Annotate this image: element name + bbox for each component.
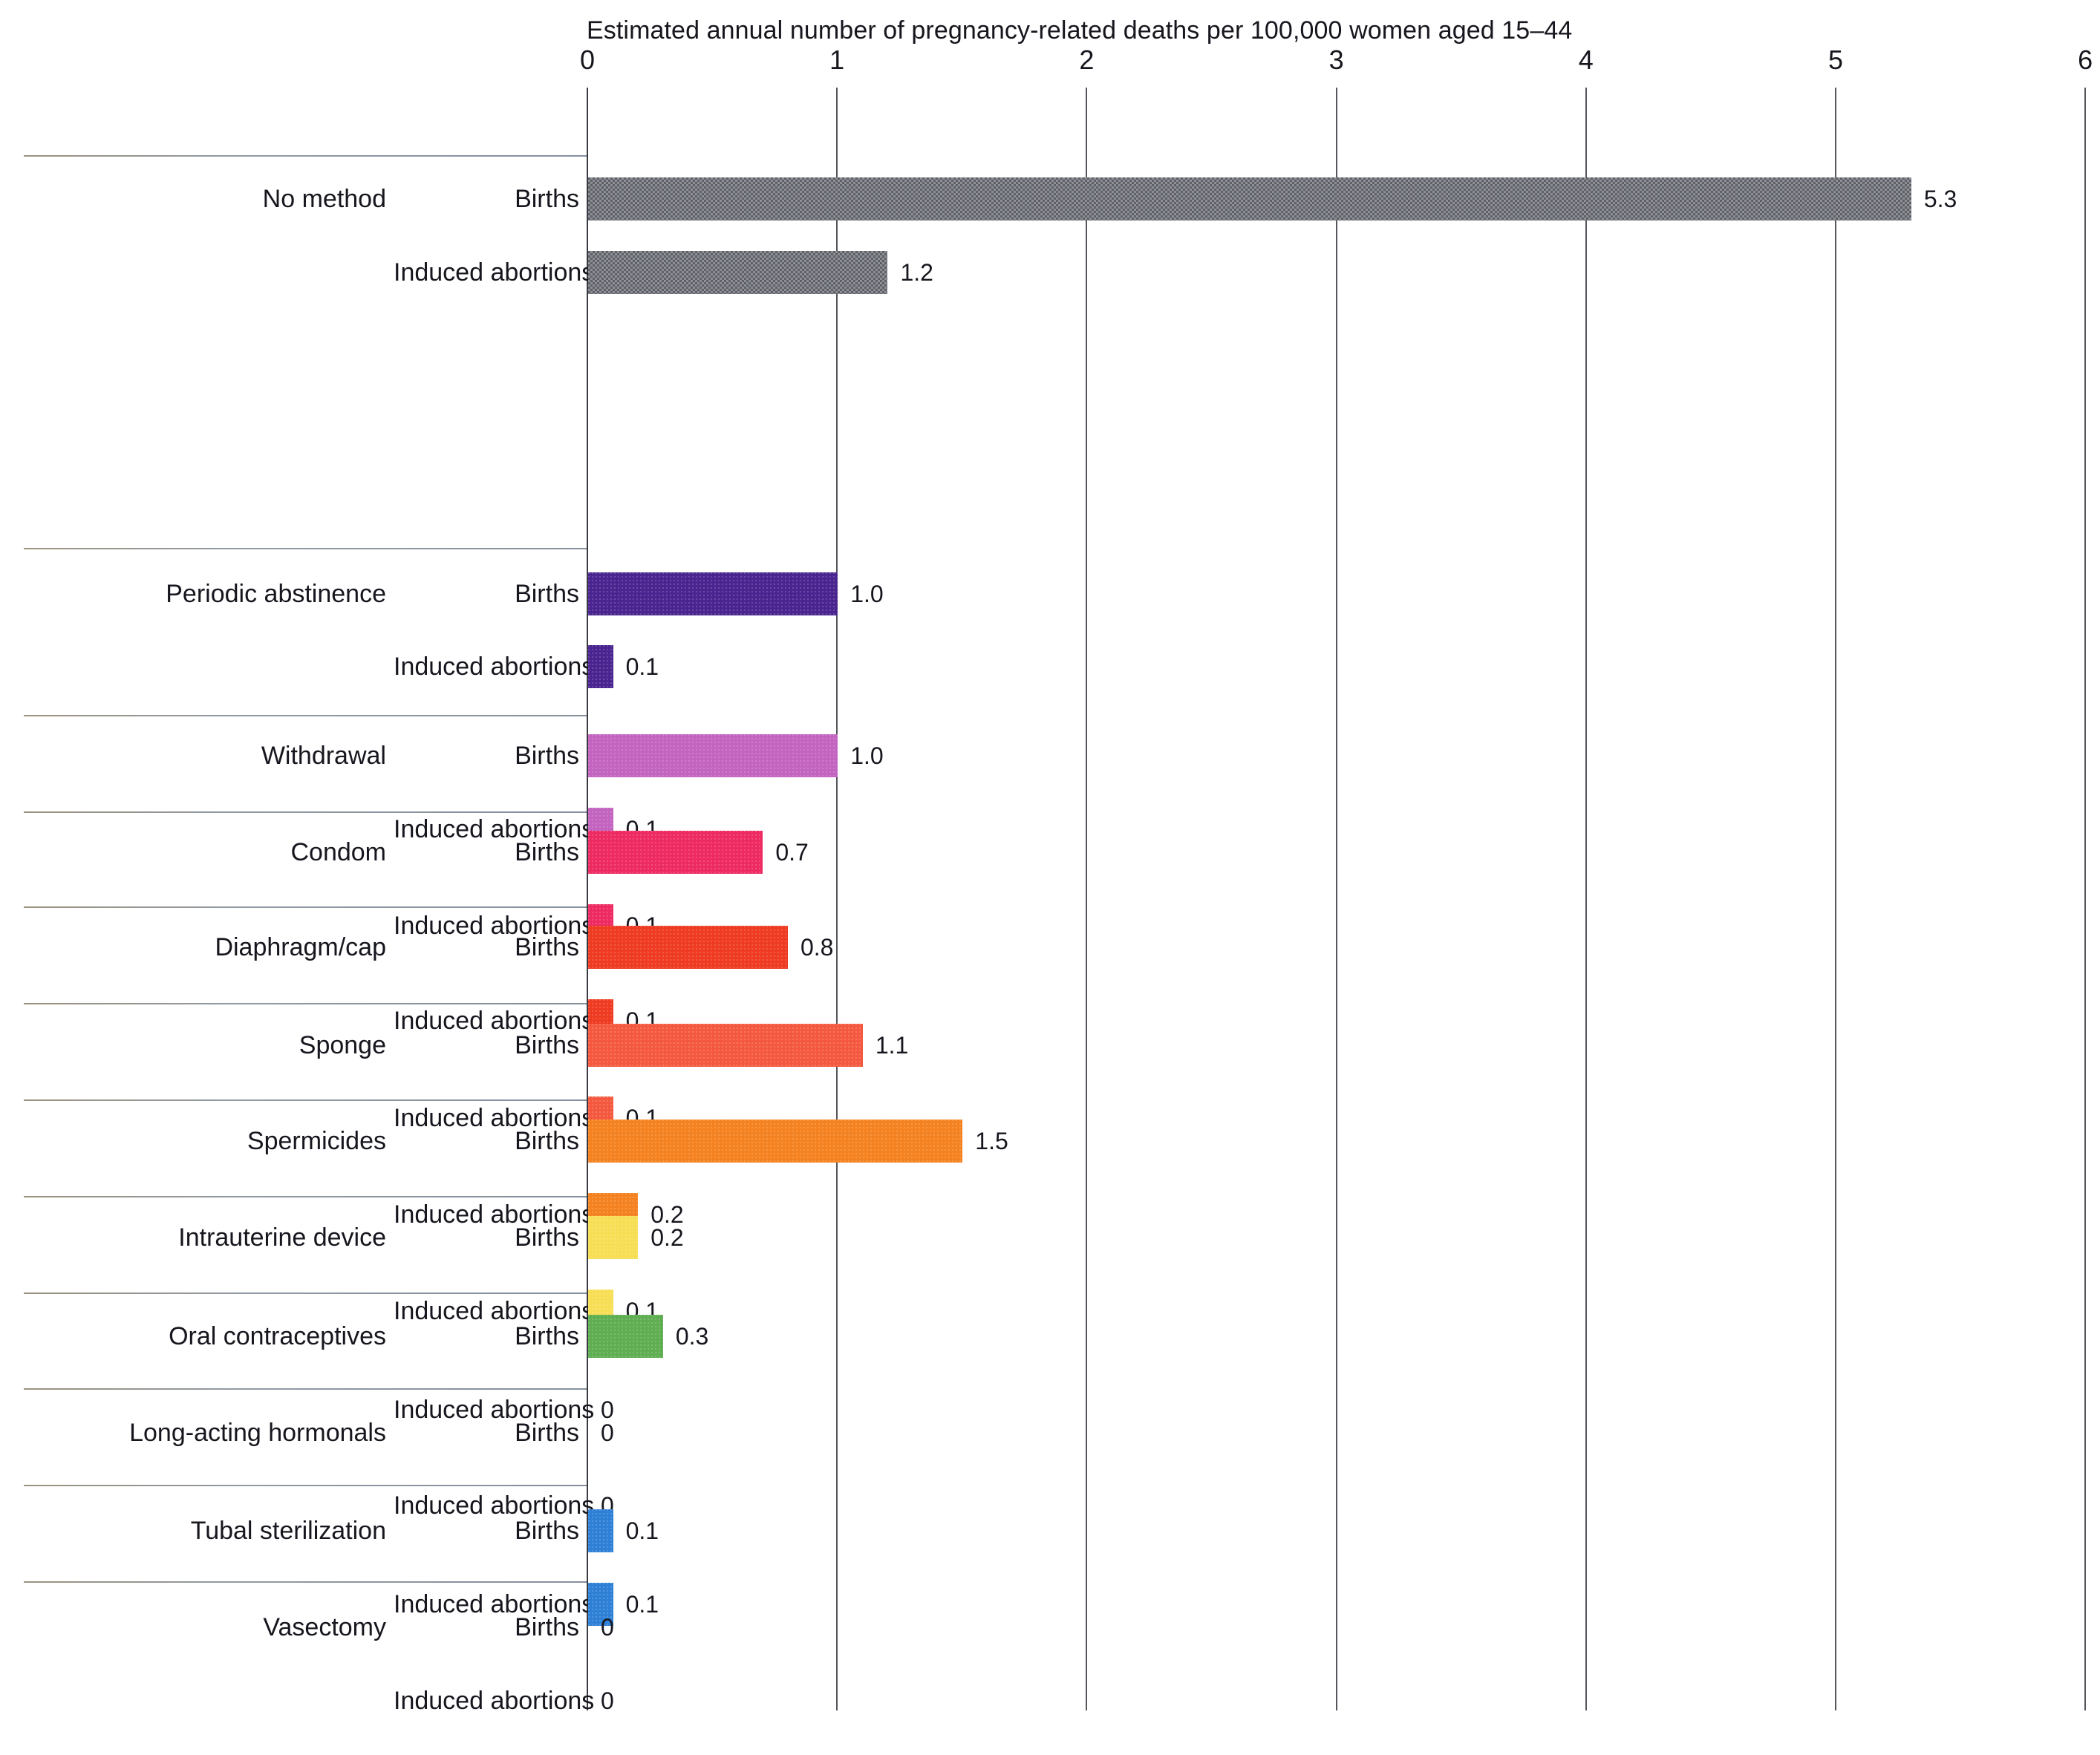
series-label-births: Births [515, 1419, 579, 1447]
method-label: No method [262, 185, 386, 213]
group-separator [24, 1196, 587, 1197]
x-tick-label-5: 5 [1827, 45, 1844, 75]
bar-value-label: 0.1 [625, 1517, 659, 1544]
method-label: Spermicides [247, 1127, 386, 1155]
method-label: Condom [290, 838, 386, 866]
bar-births [588, 1216, 639, 1259]
method-label: Oral contraceptives [169, 1322, 386, 1350]
bar-value-label: 0 [601, 1687, 614, 1714]
bar-value-label: 0 [601, 1419, 614, 1446]
method-label: Periodic abstinence [166, 580, 386, 608]
method-label: Intrauterine device [178, 1223, 386, 1252]
bar-value-label: 0.8 [800, 934, 834, 961]
bar-births [588, 1315, 663, 1358]
group-separator [24, 1003, 587, 1004]
method-label: Diaphragm/cap [215, 933, 386, 961]
chart-row: Withdrawal Births 1.0 [0, 733, 2100, 779]
series-label-births: Births [515, 1127, 579, 1155]
bar-value-label: 0.3 [675, 1323, 709, 1350]
x-tick-label-4: 4 [1578, 45, 1594, 75]
x-tick-label-6: 6 [2078, 45, 2093, 75]
group-separator [24, 906, 587, 908]
bar-births [588, 1024, 863, 1067]
bar-births [588, 734, 838, 777]
series-label-abortions: Induced abortions [394, 653, 595, 681]
gridline-4 [1585, 88, 1587, 1710]
chart-row: Induced abortions 0.1 [0, 644, 2100, 690]
bar-births [588, 572, 838, 615]
gridline-1 [836, 88, 838, 1710]
series-label-births: Births [515, 1031, 579, 1059]
bar-births [588, 1120, 963, 1163]
group-separator [24, 155, 587, 157]
x-axis-tick-labels: 0 1 2 3 4 5 6 [0, 45, 2100, 77]
x-tick-label-1: 1 [829, 45, 845, 75]
series-label-births: Births [515, 742, 579, 770]
bar-births [588, 831, 763, 874]
method-label: Withdrawal [261, 742, 386, 770]
chart-row: Induced abortions 1.2 [0, 249, 2100, 295]
chart-row: Vasectomy Births 0 [0, 1604, 2100, 1650]
chart-row: Intrauterine device Births 0.2 [0, 1215, 2100, 1261]
bar-value-label: 0.1 [625, 653, 659, 680]
x-tick-label-0: 0 [579, 45, 596, 75]
chart-row: Diaphragm/cap Births 0.8 [0, 924, 2100, 970]
series-label-births: Births [515, 1517, 579, 1545]
group-separator [24, 1485, 587, 1486]
bar-abortions [588, 645, 613, 688]
series-label-abortions: Induced abortions [394, 1687, 595, 1715]
series-label-births: Births [515, 1322, 579, 1350]
group-separator [24, 1292, 587, 1294]
chart-row: Condom Births 0.7 [0, 829, 2100, 875]
chart-row: Periodic abstinence Births 1.0 [0, 571, 2100, 617]
bar-value-label: 1.2 [900, 259, 933, 286]
bar-value-label: 0.2 [650, 1224, 684, 1251]
gridline-0 [587, 88, 588, 1710]
series-label-births: Births [515, 838, 579, 866]
gridline-6 [2084, 88, 2087, 1710]
series-label-births: Births [515, 580, 579, 608]
method-label: Vasectomy [263, 1613, 386, 1641]
bar-births [588, 926, 788, 969]
x-tick-label-3: 3 [1328, 45, 1344, 75]
chart-row: Sponge Births 1.1 [0, 1022, 2100, 1068]
series-label-births: Births [515, 1223, 579, 1252]
method-label: Tubal sterilization [190, 1517, 386, 1545]
bar-births [588, 177, 1911, 220]
group-separator [24, 811, 587, 813]
series-label-births: Births [515, 185, 579, 213]
bar-value-label: 0 [601, 1614, 614, 1641]
chart-row: Long-acting hormonals Births 0 [0, 1410, 2100, 1456]
method-label: Long-acting hormonals [129, 1419, 386, 1447]
bar-value-label: 1.5 [975, 1128, 1008, 1154]
bar-value-label: 5.3 [1923, 186, 1957, 212]
gridline-2 [1086, 88, 1088, 1710]
x-tick-label-2: 2 [1079, 45, 1095, 75]
series-label-births: Births [515, 1613, 579, 1641]
series-label-births: Births [515, 933, 579, 961]
chart-row: Induced abortions 0 [0, 1678, 2100, 1724]
chart-row: No method Births 5.3 [0, 176, 2100, 222]
group-separator [24, 1581, 587, 1583]
bar-births [588, 1509, 613, 1552]
series-label-abortions: Induced abortions [394, 258, 595, 287]
chart-row: Oral contraceptives Births 0.3 [0, 1313, 2100, 1359]
group-separator [24, 715, 587, 716]
group-separator [24, 1099, 587, 1101]
group-separator [24, 1388, 587, 1390]
bar-chart: Estimated annual number of pregnancy-rel… [0, 0, 2100, 1755]
group-separator [24, 548, 587, 549]
bar-value-label: 1.0 [850, 581, 884, 607]
bar-value-label: 0.7 [775, 839, 809, 866]
gridline-3 [1335, 88, 1337, 1710]
bar-value-label: 1.0 [850, 742, 884, 769]
chart-row: Spermicides Births 1.5 [0, 1118, 2100, 1164]
chart-row: Tubal sterilization Births 0.1 [0, 1508, 2100, 1554]
bar-abortions [588, 251, 888, 294]
method-label: Sponge [299, 1031, 386, 1059]
gridline-5 [1835, 88, 1836, 1710]
chart-axis-title: Estimated annual number of pregnancy-rel… [587, 16, 1573, 45]
bar-value-label: 1.1 [875, 1032, 909, 1059]
